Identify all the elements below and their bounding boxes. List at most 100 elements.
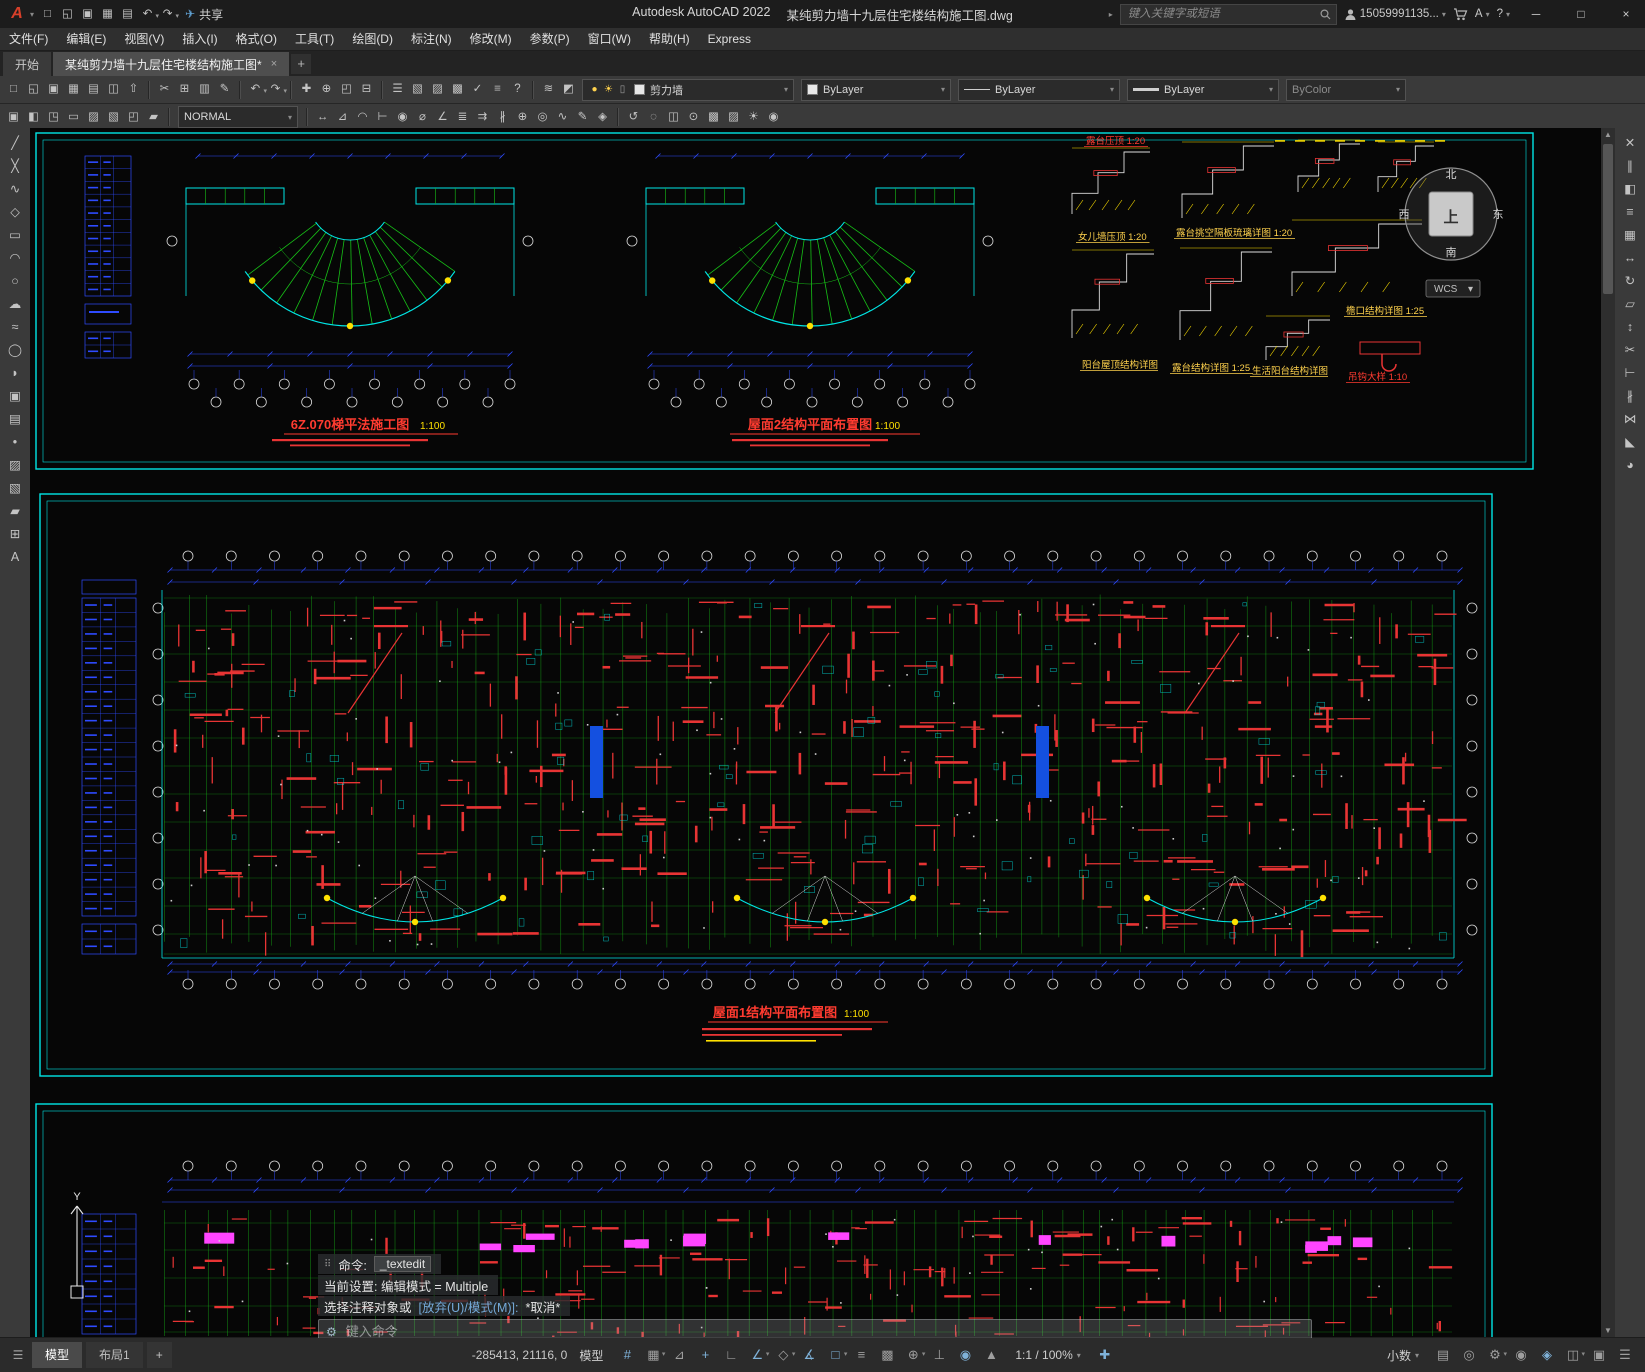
insert-block-icon[interactable]: ▣: [4, 108, 23, 127]
lineweight-select[interactable]: ByLayer ▾: [1127, 78, 1279, 101]
attach-image-icon[interactable]: ▭: [64, 108, 83, 127]
lineweight-display-icon[interactable]: ≡: [849, 1343, 873, 1367]
qat-redo-icon[interactable]: ↷ ▾: [158, 5, 179, 24]
object-isolate-icon[interactable]: ◎: [1457, 1343, 1481, 1367]
tab-start[interactable]: 开始: [3, 52, 52, 76]
polygon-icon[interactable]: ◇: [4, 202, 26, 222]
tab-close-icon[interactable]: ×: [271, 58, 277, 70]
qat-plot-icon[interactable]: ▤: [118, 5, 137, 24]
open-icon[interactable]: ◱: [24, 80, 43, 99]
region-icon[interactable]: ▰: [144, 108, 163, 127]
autodesk-app-menu[interactable]: A ▾: [1475, 8, 1490, 20]
multiline-text-icon[interactable]: A: [4, 547, 26, 567]
erase-icon[interactable]: ✕: [1619, 133, 1641, 153]
hatch-icon[interactable]: ▨: [84, 108, 103, 127]
title-roof1-scale[interactable]: 1:100: [844, 1009, 869, 1020]
save-icon[interactable]: ▣: [44, 80, 63, 99]
break-icon[interactable]: ∦: [1619, 386, 1641, 406]
redraw-icon[interactable]: ↺: [624, 108, 643, 127]
orbit-icon[interactable]: ⊙: [684, 108, 703, 127]
menu-item-8[interactable]: 修改(M): [461, 28, 521, 50]
redo-icon[interactable]: ↷ ▾: [266, 80, 287, 99]
sheet-set-manager-icon[interactable]: ▩: [448, 80, 467, 99]
offset-icon[interactable]: ≡: [1619, 202, 1641, 222]
hatch-draw-icon[interactable]: ▨: [4, 455, 26, 475]
infer-constraints-icon[interactable]: ⊿: [667, 1343, 691, 1367]
revision-cloud-icon[interactable]: ☁: [4, 294, 26, 314]
plot-style-select[interactable]: ByColor ▾: [1286, 78, 1406, 101]
qat-undo-icon[interactable]: ↶ ▾: [138, 5, 159, 24]
menu-item-11[interactable]: 帮助(H): [640, 28, 699, 50]
dim-diameter-icon[interactable]: ⌀: [413, 108, 432, 127]
paste-icon[interactable]: ▥: [195, 80, 214, 99]
detail-labels[interactable]: 露台压顶 1:20 女儿墙压顶 1:20 露台挑空隔板琉璃详图 1:20 檐口结构详图…: [1076, 135, 1427, 383]
copy-clip-icon[interactable]: ⊞: [175, 80, 194, 99]
make-block-icon[interactable]: ▤: [4, 409, 26, 429]
line-icon[interactable]: ╱: [4, 133, 26, 153]
tab-drawing[interactable]: 某纯剪力墙十九层住宅楼结构施工图* ×: [53, 52, 290, 76]
viewcube-top-face[interactable]: 上: [1443, 209, 1458, 226]
title-stair-plan[interactable]: 6Z.070梯平法施工图: [291, 417, 409, 432]
scroll-up-icon[interactable]: ▲: [1601, 128, 1615, 142]
attach-xref-icon[interactable]: ◳: [44, 108, 63, 127]
command-input-bar[interactable]: ⚙: [318, 1319, 1312, 1338]
fillet-icon[interactable]: ◕: [1619, 455, 1641, 475]
model-space-toggle[interactable]: 模型: [571, 1343, 611, 1367]
dim-jogged-icon[interactable]: ∿: [553, 108, 572, 127]
dim-radius-icon[interactable]: ◉: [393, 108, 412, 127]
viewcube-east[interactable]: 东: [1493, 208, 1504, 221]
search-expand-icon[interactable]: ▸: [1109, 10, 1113, 19]
menu-item-10[interactable]: 窗口(W): [579, 28, 640, 50]
point-icon[interactable]: •: [4, 432, 26, 452]
annotation-monitor-icon[interactable]: ◉: [1509, 1343, 1533, 1367]
detail-label-7[interactable]: 吊钩大样 1:10: [1348, 371, 1407, 383]
layer-states-icon[interactable]: ◩: [559, 80, 578, 99]
zoom-previous-icon[interactable]: ⊟: [357, 80, 376, 99]
dim-arc-length-icon[interactable]: ◠: [353, 108, 372, 127]
detail-label-2[interactable]: 露台挑空隔板琉璃详图 1:20: [1176, 227, 1292, 239]
render-icon[interactable]: ▩: [704, 108, 723, 127]
annotation-scale-sync-icon[interactable]: ✚: [1093, 1343, 1117, 1367]
title-roof2-scale[interactable]: 1:100: [875, 421, 900, 432]
viewcube-south[interactable]: 南: [1446, 246, 1457, 259]
linetype-select[interactable]: ByLayer ▾: [958, 78, 1120, 101]
vertical-scrollbar[interactable]: ▲ ▼: [1600, 128, 1615, 1338]
quickcalc-icon[interactable]: ≡: [488, 80, 507, 99]
viewcube-west[interactable]: 西: [1399, 209, 1410, 221]
dim-continue-icon[interactable]: ⇉: [473, 108, 492, 127]
detail-label-3[interactable]: 檐口结构详图 1:25: [1346, 305, 1424, 317]
zoom-realtime-icon[interactable]: ⊕: [317, 80, 336, 99]
new-icon[interactable]: □: [4, 80, 23, 99]
insert-icon[interactable]: ▣: [4, 386, 26, 406]
dynamic-input-icon[interactable]: +: [693, 1343, 717, 1367]
scroll-down-icon[interactable]: ▼: [1601, 1324, 1615, 1338]
detail-label-6[interactable]: 生活阳台结构详图: [1252, 365, 1328, 377]
save-as-icon[interactable]: ▦: [64, 80, 83, 99]
menu-item-9[interactable]: 参数(P): [521, 28, 579, 50]
help-menu[interactable]: ? ▾: [1497, 8, 1510, 20]
account-menu[interactable]: 15059991135... ▾: [1344, 8, 1446, 21]
ellipse-arc-icon[interactable]: ◗: [4, 363, 26, 383]
qat-new-icon[interactable]: □: [38, 5, 57, 24]
region-draw-icon[interactable]: ▰: [4, 501, 26, 521]
spline-icon[interactable]: ≈: [4, 317, 26, 337]
menu-item-0[interactable]: 文件(F): [0, 28, 57, 50]
layer-properties-icon[interactable]: ≋: [539, 80, 558, 99]
title-roof1-plan[interactable]: 屋面1结构平面布置图: [713, 1005, 837, 1020]
arc-icon[interactable]: ◠: [4, 248, 26, 268]
plot-preview-icon[interactable]: ◫: [104, 80, 123, 99]
materials-icon[interactable]: ▨: [724, 108, 743, 127]
dim-ordinate-icon[interactable]: ⊢: [373, 108, 392, 127]
annotation-scale-control[interactable]: 1:1 / 100% ▾: [1007, 1343, 1088, 1367]
mirror-icon[interactable]: ◧: [1619, 179, 1641, 199]
clean-screen-icon[interactable]: ▣: [1587, 1343, 1611, 1367]
cad-drawing[interactable]: 露台压顶 1:20 女儿墙压顶 1:20 露台挑空隔板琉璃详图 1:20 檐口结构详图…: [30, 128, 1601, 1338]
properties-palette-icon[interactable]: ☰: [388, 80, 407, 99]
customization-icon[interactable]: ☰: [1613, 1343, 1637, 1367]
layout-tabs-menu-icon[interactable]: ☰: [8, 1348, 28, 1362]
command-window[interactable]: ⠿ 命令: _textedit 当前设置: 编辑模式 = Multiple 选择…: [318, 1254, 1328, 1338]
scale-tool-icon[interactable]: ▱: [1619, 294, 1641, 314]
color-select[interactable]: ByLayer ▾: [801, 78, 951, 101]
menu-item-4[interactable]: 格式(O): [227, 28, 286, 50]
gradient-icon[interactable]: ▧: [104, 108, 123, 127]
